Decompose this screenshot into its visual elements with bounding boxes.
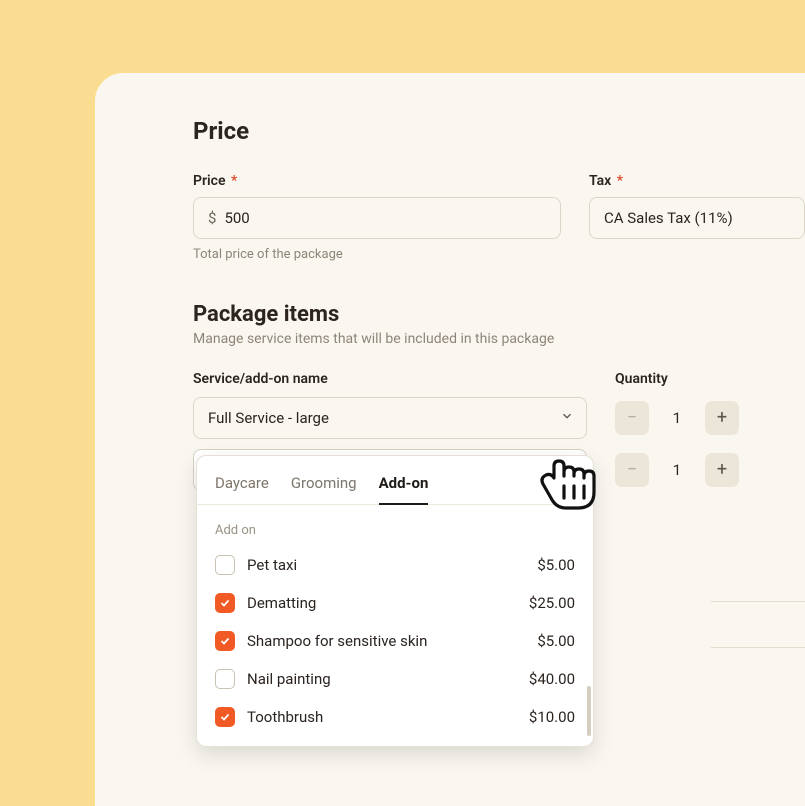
option-toothbrush[interactable]: Toothbrush $10.00: [197, 698, 593, 736]
dropdown-tabs: Daycare Grooming Add-on: [197, 470, 593, 505]
option-pet-taxi[interactable]: Pet taxi $5.00: [197, 546, 593, 584]
option-label: Nail painting: [247, 670, 529, 688]
price-label-text: Price: [193, 173, 226, 189]
quantity-stepper-row-1: − 1 +: [615, 397, 755, 439]
minus-icon: −: [627, 409, 637, 427]
scrollbar[interactable]: [587, 686, 591, 736]
divider: [711, 647, 805, 648]
quantity-value: 1: [657, 461, 697, 479]
divider: [711, 601, 805, 602]
price-value: 500: [224, 209, 249, 227]
required-mark: *: [617, 173, 623, 189]
checkbox[interactable]: [215, 555, 235, 575]
service-select-row-1[interactable]: Full Service - large: [193, 397, 587, 439]
tax-label-text: Tax: [589, 173, 611, 189]
plus-icon: +: [717, 461, 727, 479]
quantity-decrement-button[interactable]: −: [615, 401, 649, 435]
option-dematting[interactable]: Dematting $25.00: [197, 584, 593, 622]
required-mark: *: [231, 173, 237, 189]
option-price: $5.00: [537, 556, 575, 574]
section-title-package: Package items: [193, 302, 805, 327]
price-label: Price *: [193, 173, 561, 189]
quantity-column: Quantity − 1 + − 1 +: [615, 371, 755, 501]
plus-icon: +: [717, 409, 727, 427]
minus-icon: −: [627, 461, 637, 479]
quantity-stepper-row-2: − 1 +: [615, 449, 755, 491]
option-price: $40.00: [529, 670, 575, 688]
section-title-price: Price: [193, 117, 805, 145]
price-field: Price * $ 500 Total price of the package: [193, 173, 561, 262]
dropdown-group-label: Add on: [197, 505, 593, 546]
quantity-decrement-button[interactable]: −: [615, 453, 649, 487]
checkbox[interactable]: [215, 631, 235, 651]
option-nail-painting[interactable]: Nail painting $40.00: [197, 660, 593, 698]
chevron-down-icon: [560, 409, 574, 427]
option-price: $25.00: [529, 594, 575, 612]
option-price: $10.00: [529, 708, 575, 726]
option-label: Dematting: [247, 594, 529, 612]
option-label: Shampoo for sensitive skin: [247, 632, 537, 650]
tax-field: Tax * CA Sales Tax (11%): [589, 173, 805, 239]
currency-symbol: $: [208, 209, 216, 227]
quantity-column-header: Quantity: [615, 371, 755, 387]
price-helper-text: Total price of the package: [193, 247, 561, 262]
tax-value: CA Sales Tax (11%): [604, 209, 733, 227]
tax-label: Tax *: [589, 173, 805, 189]
tab-grooming[interactable]: Grooming: [291, 470, 357, 504]
option-label: Pet taxi: [247, 556, 537, 574]
option-price: $5.00: [537, 632, 575, 650]
quantity-increment-button[interactable]: +: [705, 401, 739, 435]
service-column-header: Service/add-on name: [193, 371, 587, 387]
tab-daycare[interactable]: Daycare: [215, 470, 269, 504]
quantity-value: 1: [657, 409, 697, 427]
checkbox[interactable]: [215, 669, 235, 689]
option-shampoo-sensitive[interactable]: Shampoo for sensitive skin $5.00: [197, 622, 593, 660]
section-subtitle-package: Manage service items that will be includ…: [193, 331, 805, 347]
checkbox[interactable]: [215, 593, 235, 613]
price-input[interactable]: $ 500: [193, 197, 561, 239]
tax-select[interactable]: CA Sales Tax (11%): [589, 197, 805, 239]
service-select-value: Full Service - large: [208, 409, 560, 427]
addon-dropdown: Daycare Grooming Add-on Add on Pet taxi …: [196, 455, 594, 747]
price-row: Price * $ 500 Total price of the package…: [193, 173, 805, 262]
checkbox[interactable]: [215, 707, 235, 727]
quantity-increment-button[interactable]: +: [705, 453, 739, 487]
option-label: Toothbrush: [247, 708, 529, 726]
tab-addon[interactable]: Add-on: [379, 470, 429, 504]
